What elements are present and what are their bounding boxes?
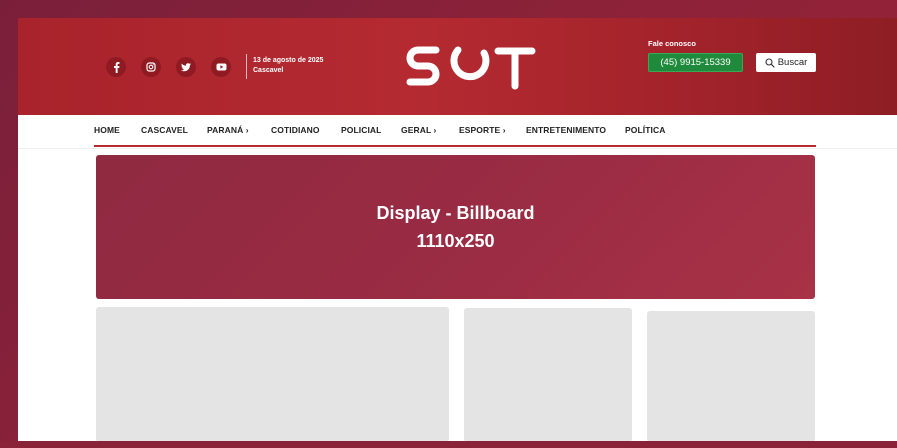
search-button[interactable]: Buscar (756, 53, 816, 72)
nav-item-policial[interactable]: POLICIAL (341, 125, 381, 135)
phone-button[interactable]: (45) 9915-15339 (648, 53, 743, 72)
billboard-title: Display - Billboard (376, 203, 535, 223)
nav-item-entretenimento[interactable]: ENTRETENIMENTO (526, 125, 606, 135)
nav-item-home[interactable]: HOME (94, 125, 120, 135)
nav-item-esporte[interactable]: ESPORTE › (459, 125, 506, 135)
search-icon (765, 57, 775, 68)
current-city: Cascavel (253, 67, 284, 74)
site-header: 13 de agosto de 2025 Cascavel Fale conos… (18, 18, 897, 115)
facebook-icon[interactable] (106, 57, 126, 77)
main-nav: HOME CASCAVEL PARANÁ › COTIDIANO POLICIA… (18, 115, 897, 149)
date-block: 13 de agosto de 2025 Cascavel (253, 56, 323, 76)
instagram-icon[interactable] (141, 57, 161, 77)
bottom-strip (0, 441, 897, 448)
news-card-large[interactable] (96, 307, 449, 442)
nav-item-cotidiano[interactable]: COTIDIANO (271, 125, 320, 135)
billboard-size: 1110x250 (416, 231, 495, 251)
news-card-middle[interactable] (464, 308, 632, 442)
nav-item-geral[interactable]: GERAL › (401, 125, 437, 135)
nav-item-cascavel[interactable]: CASCAVEL (141, 125, 188, 135)
contact-label: Fale conosco (648, 39, 696, 48)
search-button-label: Buscar (777, 57, 808, 68)
current-date: 13 de agosto de 2025 (253, 57, 324, 64)
site-logo[interactable] (406, 40, 536, 94)
page-frame: 13 de agosto de 2025 Cascavel Fale conos… (18, 18, 897, 442)
news-card-right[interactable] (647, 311, 815, 442)
youtube-icon[interactable] (211, 57, 231, 77)
nav-item-parana[interactable]: PARANÁ › (207, 125, 249, 135)
billboard-ad[interactable]: Display - Billboard 1110x250 (96, 155, 815, 299)
twitter-icon[interactable] (176, 57, 196, 77)
header-divider (246, 54, 247, 79)
nav-underline (94, 145, 816, 147)
nav-item-politica[interactable]: POLÍTICA (625, 125, 665, 135)
